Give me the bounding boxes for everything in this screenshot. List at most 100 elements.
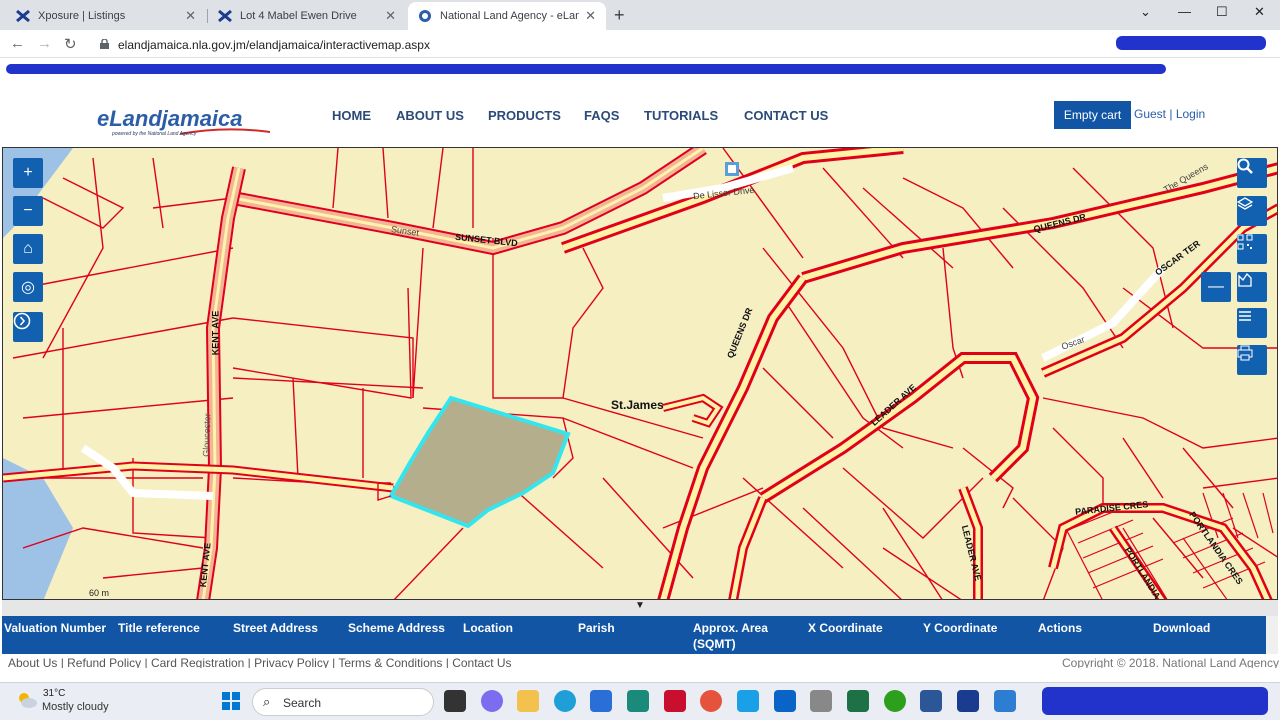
back-icon[interactable]: ← [10,35,25,52]
browser-tab-strip: Xposure | Listings ✕ Lot 4 Mabel Ewen Dr… [0,0,1280,30]
search-icon [1237,158,1253,174]
col-actions[interactable]: Actions [1038,620,1082,636]
zoom-out-button[interactable]: − [13,196,43,226]
excel-icon[interactable] [847,690,869,712]
next-button[interactable] [13,312,43,342]
reload-icon[interactable]: ↻ [64,35,77,53]
minimize-button[interactable]: — [1178,4,1191,19]
quickbooks-icon[interactable] [884,690,906,712]
nav-products[interactable]: PRODUCTS [488,108,561,123]
print-icon [1237,345,1253,361]
close-icon[interactable]: ✕ [185,8,196,24]
maximize-button[interactable]: ☐ [1216,4,1228,20]
chat-icon[interactable] [481,690,503,712]
nla-globe-favicon-icon [419,10,431,22]
tab-search-dropdown-icon[interactable]: ⌄ [1140,4,1151,20]
empty-cart-button[interactable]: Empty cart [1054,101,1131,129]
close-icon[interactable]: ✕ [585,8,596,24]
app-icon[interactable] [737,690,759,712]
redaction-scribble [1116,36,1266,50]
interactive-map[interactable]: Sunset SUNSET BLVD De Lisser Drive QUEEN… [2,147,1278,600]
col-scheme-address[interactable]: Scheme Address [348,620,445,636]
outlook-icon[interactable] [774,690,796,712]
col-valuation-number[interactable]: Valuation Number [4,620,106,636]
chrome-icon[interactable] [700,690,722,712]
footer-links[interactable]: About Us | Refund Policy | Card Registra… [8,656,512,668]
col-x-coordinate[interactable]: X Coordinate [808,620,883,636]
minus-icon: − [23,202,33,219]
edge-icon[interactable] [554,690,576,712]
label-st-james: St.James [611,398,664,412]
site-header: eLandjamaica powered by the National Lan… [0,86,1280,146]
plus-icon: + [23,164,33,181]
word-icon[interactable] [920,690,942,712]
col-download[interactable]: Download [1153,620,1210,636]
layers-button[interactable] [1237,196,1267,226]
tab-xposure[interactable]: Xposure | Listings ✕ [6,2,206,30]
home-icon: ⌂ [23,240,33,257]
url-field[interactable]: elandjamaica.nla.gov.jm/elandjamaica/int… [118,38,430,52]
guest-link[interactable]: Guest [1134,107,1166,121]
windows-start-icon[interactable] [222,692,240,710]
mcafee-icon[interactable] [664,690,686,712]
list-icon [1239,311,1251,321]
app-l-icon[interactable] [627,690,649,712]
zoom-in-button[interactable]: + [13,158,43,188]
search-icon: ⌕ [263,694,271,709]
label-gloucester: Gloucester [201,413,213,457]
col-location[interactable]: Location [463,620,513,636]
nav-contact-us[interactable]: CONTACT US [744,108,828,123]
taskbar-search-label: Search [283,696,322,710]
selected-parcel[interactable] [388,395,571,529]
tab-lot4[interactable]: Lot 4 Mabel Ewen Drive ✕ [208,2,406,30]
weather-description: Mostly cloudy [42,701,109,713]
chevron-right-circle-icon [13,312,31,330]
roads [3,148,1277,599]
nav-faqs[interactable]: FAQS [584,108,619,123]
photos-icon[interactable] [994,690,1016,712]
list-button[interactable] [1237,308,1267,338]
locate-icon: ◎ [21,279,35,296]
col-street-address[interactable]: Street Address [233,620,318,636]
close-icon[interactable]: ✕ [385,8,396,24]
locate-button[interactable]: ◎ [13,272,43,302]
tab-nla[interactable]: National Land Agency - eLandjan ✕ [408,2,606,30]
collapse-tools-button[interactable]: — [1201,272,1231,302]
store-icon[interactable] [590,690,612,712]
xposure-favicon-icon [16,9,30,23]
map-canvas[interactable] [3,148,1278,600]
cloudy-weather-icon [19,693,37,708]
col-approx-area[interactable]: Approx. Area (SQMT) [693,620,783,652]
calculator-icon[interactable] [810,690,832,712]
search-button[interactable] [1237,158,1267,188]
file-explorer-icon[interactable] [517,690,539,712]
chevron-down-icon[interactable]: ▼ [635,600,645,611]
redaction-scribble [6,64,1166,74]
col-y-coordinate[interactable]: Y Coordinate [923,620,997,636]
measure-button[interactable] [1237,272,1267,302]
nav-home[interactable]: HOME [332,108,371,123]
nav-tutorials[interactable]: TUTORIALS [644,108,718,123]
nav-about-us[interactable]: ABOUT US [396,108,464,123]
qr-button[interactable] [1237,234,1267,264]
login-link[interactable]: Login [1176,107,1205,121]
print-button[interactable] [1237,345,1267,375]
guest-login: Guest | Login [1134,107,1205,121]
label-kent-ave-top: KENT AVE [210,310,221,356]
measure-icon [1238,272,1252,287]
task-view-icon[interactable] [444,690,466,712]
home-extent-button[interactable]: ⌂ [13,234,43,264]
results-grid-header: Valuation Number Title reference Street … [2,616,1266,654]
close-window-button[interactable]: ✕ [1254,4,1265,20]
xposure-icon[interactable] [957,690,979,712]
grid-toggle[interactable]: ▼ [2,600,1278,616]
col-title-reference[interactable]: Title reference [118,620,200,636]
col-parish[interactable]: Parish [578,620,615,636]
separator: | [1169,107,1173,121]
footer-copyright: Copyright © 2018. National Land Agency [1062,656,1279,668]
new-tab-button[interactable]: + [614,5,625,26]
forward-icon[interactable]: → [37,35,52,52]
taskbar-search[interactable]: ⌕ Search [252,688,434,716]
logo-tagline: powered by the National Land Agency [112,131,197,137]
site-footer: About Us | Refund Policy | Card Registra… [0,654,1280,668]
